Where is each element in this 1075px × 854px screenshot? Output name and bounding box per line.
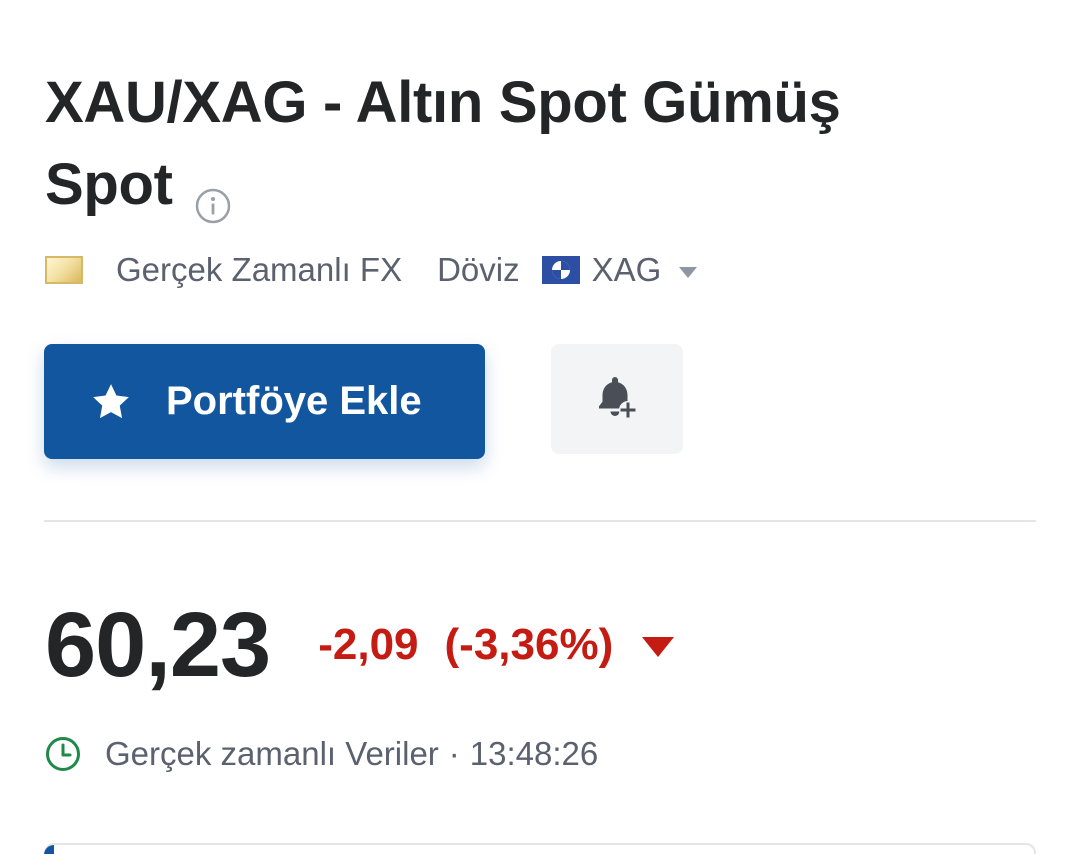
last-price: 60,23: [45, 593, 271, 696]
bell-plus-icon: [599, 377, 637, 419]
silver-flag-icon: [541, 256, 580, 284]
title-text: XAU/XAG - Altın Spot Gümüş Spot: [45, 70, 841, 217]
gold-flag-icon: [45, 256, 83, 284]
realtime-data-label: Gerçek zamanlı Veriler: [105, 735, 439, 772]
instrument-type-label: Döviz: [437, 251, 520, 288]
triangle-down-icon: [642, 637, 675, 657]
info-circle-icon[interactable]: [195, 164, 231, 223]
data-source-label: Gerçek Zamanlı FX: [116, 251, 403, 288]
instrument-page: XAU/XAG - Altın Spot Gümüş Spot Gerçek Z…: [0, 0, 1075, 854]
create-alert-button[interactable]: [551, 344, 683, 454]
status-separator: ·: [448, 735, 460, 772]
quote-row: 60,23 -2,09 (-3,36%): [45, 590, 675, 700]
add-to-portfolio-label: Portföye Ekle: [166, 379, 422, 423]
data-status: Gerçek zamanlı Veriler · 13:48:26: [45, 730, 598, 778]
clock-icon: [46, 737, 80, 771]
star-icon: [93, 383, 129, 418]
chevron-down-icon[interactable]: [679, 266, 698, 278]
instrument-meta: Gerçek Zamanlı FX Döviz XAG: [45, 246, 698, 294]
add-to-portfolio-button[interactable]: Portföye Ekle: [44, 344, 485, 459]
chart-card: [44, 843, 1036, 854]
price-change: -2,09: [318, 620, 419, 669]
last-update-time: 13:48:26: [469, 735, 599, 772]
section-divider: [44, 520, 1036, 522]
currency-selector[interactable]: XAG: [592, 251, 662, 289]
price-change-percent: (-3,36%): [444, 620, 614, 669]
page-title: XAU/XAG - Altın Spot Gümüş Spot: [45, 62, 945, 226]
